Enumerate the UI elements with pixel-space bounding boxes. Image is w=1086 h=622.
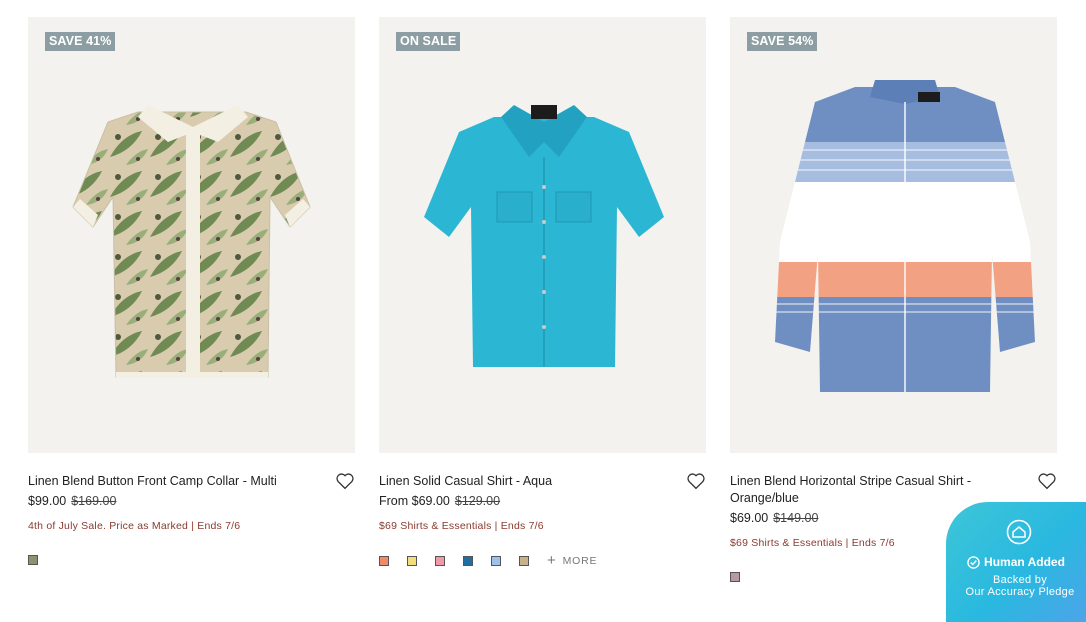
product-title[interactable]: Linen Blend Horizontal Stripe Casual Shi… [730, 473, 1010, 507]
widget-line: Our Accuracy Pledge [965, 586, 1075, 598]
color-swatch[interactable] [379, 556, 389, 566]
widget-line: Backed by [992, 574, 1048, 586]
shirt-image [72, 105, 311, 378]
color-swatch[interactable] [435, 556, 445, 566]
price-row: $99.00 $169.00 [28, 493, 355, 510]
color-swatches [28, 555, 355, 565]
product-title[interactable]: Linen Solid Casual Shirt - Aqua [379, 473, 659, 490]
widget-title-text: Human Added [984, 555, 1065, 569]
color-swatch[interactable] [407, 556, 417, 566]
heart-icon[interactable] [1037, 472, 1057, 490]
product-title-line: Linen Blend Horizontal Stripe Casual Shi… [730, 474, 972, 488]
more-label: MORE [562, 555, 598, 567]
more-colors-button[interactable]: + MORE [547, 552, 598, 569]
promo-text: $69 Shirts & Essentials | Ends 7/6 [379, 520, 544, 532]
sale-badge: SAVE 41% [45, 32, 116, 51]
plus-icon: + [547, 552, 557, 569]
heart-icon[interactable] [335, 472, 355, 490]
accuracy-pledge-widget[interactable]: Human Added Backed by Our Accuracy Pledg… [946, 502, 1086, 622]
price-row: From $69.00 $129.00 [379, 493, 706, 510]
original-price: $149.00 [773, 511, 819, 525]
widget-subtitle: Backed by Our Accuracy Pledge [946, 574, 1086, 598]
widget-title: Human Added [946, 555, 1086, 569]
product-title[interactable]: Linen Blend Button Front Camp Collar - M… [28, 473, 308, 490]
product-image[interactable]: SAVE 54% [730, 17, 1057, 453]
product-card[interactable]: SAVE 54% Linen Blend Horizontal Stripe C… [730, 17, 1057, 582]
color-swatch[interactable] [519, 556, 529, 566]
sale-badge: ON SALE [396, 32, 461, 51]
original-price: $169.00 [71, 494, 117, 508]
product-card[interactable]: SAVE 41% Linen Blend Button Front Camp C… [28, 17, 355, 565]
sale-badge: SAVE 54% [747, 32, 818, 51]
color-swatches: + MORE [379, 552, 706, 569]
promo-text: 4th of July Sale. Price as Marked | Ends… [28, 520, 241, 532]
sale-price: $69.00 [730, 511, 769, 525]
sale-price: $99.00 [28, 494, 67, 508]
shirt-image [775, 80, 1035, 392]
heart-icon[interactable] [686, 472, 706, 490]
product-card[interactable]: ON SALE Linen Solid Casual Shirt - Aqua … [379, 17, 706, 569]
color-swatch[interactable] [491, 556, 501, 566]
check-circle-icon [967, 555, 980, 569]
original-price: $129.00 [454, 494, 501, 508]
color-swatch[interactable] [463, 556, 473, 566]
color-swatch[interactable] [730, 572, 740, 582]
product-image[interactable]: SAVE 41% [28, 17, 355, 453]
sale-price: From $69.00 [379, 494, 450, 508]
product-title-line: Orange/blue [730, 491, 799, 505]
shirt-image [424, 105, 664, 367]
home-badge-icon [1006, 519, 1032, 545]
color-swatch[interactable] [28, 555, 38, 565]
product-image[interactable]: ON SALE [379, 17, 706, 453]
